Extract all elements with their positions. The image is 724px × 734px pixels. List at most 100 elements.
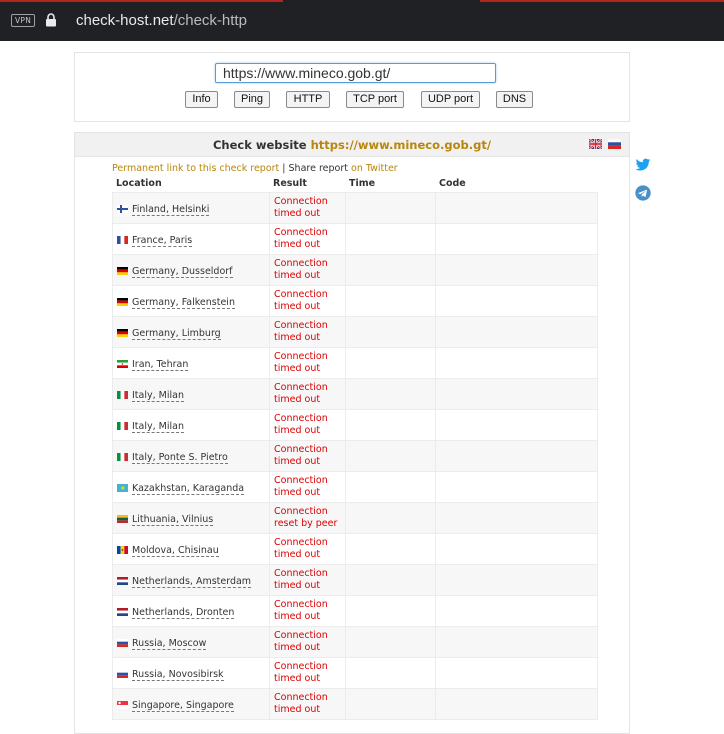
table-row: Germany, Limburg Connection timed out [112,316,598,348]
title-prefix: Check website [212,138,307,152]
info-button[interactable]: Info [185,91,218,108]
results-title: Check website https://www.mineco.gob.gt/ [75,138,629,152]
location-link[interactable]: Lithuania, Vilnius [132,514,214,526]
result-line: timed out [274,332,321,343]
location-cell: Netherlands, Amsterdam [112,564,270,596]
location-link[interactable]: Iran, Tehran [132,359,189,371]
result-line: Connection [274,568,328,579]
code-cell [435,192,598,224]
result-line: timed out [274,580,321,591]
share-twitter-link[interactable]: on Twitter [351,163,398,174]
udp-port-button[interactable]: UDP port [421,91,480,108]
twitter-icon[interactable] [635,157,651,173]
column-header-result: Result [273,178,307,189]
time-cell [345,192,436,224]
http-button[interactable]: HTTP [286,91,330,108]
result-line: timed out [274,611,321,622]
location-link[interactable]: Kazakhstan, Karaganda [132,483,245,495]
dns-button[interactable]: DNS [496,91,533,108]
fi-flag-icon [117,205,128,213]
location-cell: Netherlands, Dronten [112,595,270,627]
location-cell: Russia, Novosibirsk [112,657,270,689]
location-cell: France, Paris [112,223,270,255]
telegram-icon[interactable] [635,185,651,201]
code-cell [435,316,598,348]
location-link[interactable]: Netherlands, Amsterdam [132,576,252,588]
result-cell: Connection timed out [269,564,346,596]
table-row: Germany, Falkenstein Connection timed out [112,285,598,317]
time-cell [345,223,436,255]
location-link[interactable]: Italy, Ponte S. Pietro [132,452,228,464]
location-link[interactable]: France, Paris [132,235,193,247]
time-cell [345,688,436,720]
nl-flag-icon [117,577,128,585]
time-cell [345,533,436,565]
location-link[interactable]: Italy, Milan [132,390,184,402]
result-line: timed out [274,239,321,250]
location-cell: Moldova, Chisinau [112,533,270,565]
result-line: timed out [274,549,321,560]
ping-button[interactable]: Ping [234,91,270,108]
code-cell [435,564,598,596]
result-line: Connection [274,196,328,207]
location-link[interactable]: Germany, Limburg [132,328,221,340]
location-link[interactable]: Italy, Milan [132,421,184,433]
location-link[interactable]: Russia, Novosibirsk [132,669,224,681]
table-row: Lithuania, Vilnius Connection reset by pee… [112,502,598,534]
result-line: Connection [274,661,328,672]
it-flag-icon [117,422,128,430]
location-cell: Russia, Moscow [112,626,270,658]
result-cell: Connection timed out [269,440,346,472]
location-cell: Italy, Milan [112,409,270,441]
location-link[interactable]: Netherlands, Dronten [132,607,235,619]
time-cell [345,502,436,534]
result-line: timed out [274,208,321,219]
location-link[interactable]: Russia, Moscow [132,638,207,650]
time-cell [345,254,436,286]
result-cell: Connection timed out [269,347,346,379]
lock-icon[interactable] [45,13,57,27]
result-line: timed out [274,425,321,436]
location-cell: Italy, Milan [112,378,270,410]
result-line: Connection [274,382,328,393]
location-link[interactable]: Germany, Dusseldorf [132,266,233,278]
code-cell [435,378,598,410]
permanent-link[interactable]: Permanent link to this check report [112,163,279,174]
location-link[interactable]: Germany, Falkenstein [132,297,235,309]
location-link[interactable]: Moldova, Chisinau [132,545,219,557]
table-row: Russia, Novosibirsk Connection timed out [112,657,598,689]
address-url[interactable]: check-host.net/check-http [76,12,247,29]
report-links: Permanent link to this check report | Sh… [112,163,398,174]
result-line: reset by peer [274,518,338,529]
table-row: Finland, Helsinki Connection timed out [112,192,598,224]
time-cell [345,595,436,627]
lt-flag-icon [117,515,128,523]
tcp-port-button[interactable]: TCP port [346,91,404,108]
vpn-badge[interactable]: VPN [11,14,36,27]
time-cell [345,471,436,503]
result-line: timed out [274,394,321,405]
uk-flag-icon[interactable] [589,139,602,149]
results-column-headers: Location Result Time Code [112,178,602,192]
de-flag-icon [117,298,128,306]
location-cell: Lithuania, Vilnius [112,502,270,534]
table-row: Italy, Ponte S. Pietro Connection timed ou… [112,440,598,472]
it-flag-icon [117,453,128,461]
result-cell: Connection timed out [269,626,346,658]
title-target-link[interactable]: https://www.mineco.gob.gt/ [311,138,491,152]
result-cell: Connection timed out [269,688,346,720]
nl-flag-icon [117,608,128,616]
result-line: Connection [274,444,328,455]
result-line: Connection [274,692,328,703]
location-cell: Germany, Falkenstein [112,285,270,317]
location-link[interactable]: Finland, Helsinki [132,204,210,216]
result-cell: Connection timed out [269,533,346,565]
table-row: Moldova, Chisinau Connection timed out [112,533,598,565]
location-link[interactable]: Singapore, Singapore [132,700,234,712]
table-row: Italy, Milan Connection timed out [112,409,598,441]
ru-flag-icon[interactable] [608,139,621,149]
table-row: Netherlands, Amsterdam Connection timed ou… [112,564,598,596]
table-row: Kazakhstan, Karaganda Connection timed out [112,471,598,503]
code-cell [435,471,598,503]
target-url-input[interactable]: https://www.mineco.gob.gt/ [215,63,496,83]
